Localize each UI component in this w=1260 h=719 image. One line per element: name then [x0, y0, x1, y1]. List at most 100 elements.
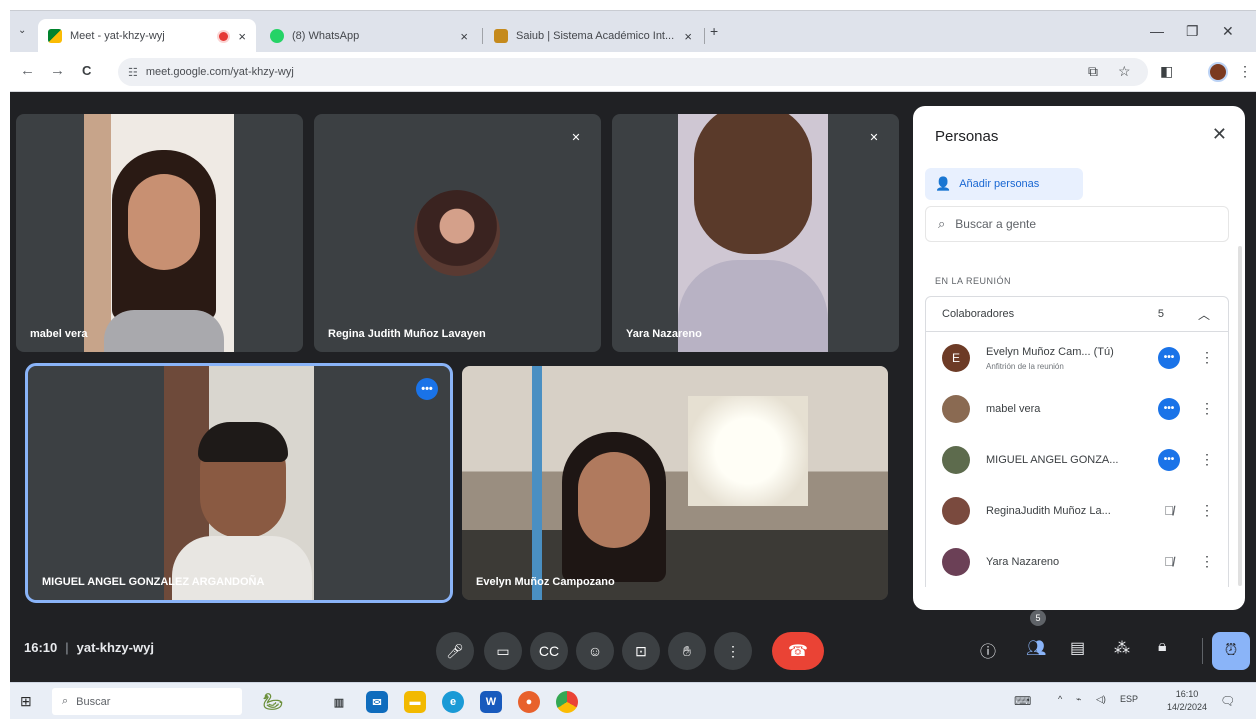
kebab-menu-icon[interactable]: ⋮ [1200, 349, 1214, 366]
bookmark-star-icon[interactable]: ☆ [1118, 63, 1131, 80]
participant-name: Yara Nazareno [626, 328, 702, 340]
panel-title: Personas [935, 128, 999, 145]
tab-whatsapp[interactable]: (8) WhatsApp × [260, 19, 478, 53]
more-options-button[interactable]: ⋮ [714, 632, 752, 670]
people-panel: Personas ✕ 👤 Añadir personas ⌕ Buscar a … [913, 106, 1245, 610]
participant-row[interactable]: Yara Nazareno 🎙̸ ⋮ [926, 536, 1228, 587]
participant-tile[interactable]: Evelyn Muñoz Campozano [462, 366, 888, 600]
window-close-button[interactable]: ✕ [1222, 23, 1234, 40]
language-indicator[interactable]: ESP [1120, 694, 1138, 704]
taskbar-clock[interactable]: 16:10 14/2/2024 [1167, 688, 1207, 714]
file-explorer-icon[interactable]: ▬ [404, 691, 426, 713]
more-options-icon[interactable]: ••• [1158, 346, 1180, 369]
kebab-menu-icon[interactable]: ⋮ [1200, 451, 1214, 468]
kebab-menu-icon[interactable]: ⋮ [1200, 502, 1214, 519]
windows-start-icon[interactable]: ⊞ [20, 693, 32, 710]
add-people-label: Añadir personas [959, 178, 1040, 190]
camera-button[interactable]: ▭ [484, 632, 522, 670]
collaborators-group-header[interactable]: Colaboradores 5 ︿ [925, 296, 1229, 332]
tab-divider [704, 28, 705, 44]
minimize-button[interactable]: — [1150, 23, 1164, 39]
participant-tile[interactable]: ✕ Regina Judith Muñoz Lavayen [314, 114, 601, 352]
participant-tile[interactable]: ✕ Yara Nazareno [612, 114, 899, 352]
new-tab-button[interactable]: + [710, 23, 718, 39]
tab-close-icon[interactable]: × [460, 29, 468, 44]
people-search-input[interactable]: ⌕ Buscar a gente [925, 206, 1229, 242]
restore-button[interactable]: ❐ [1186, 23, 1199, 40]
avatar [942, 547, 970, 576]
participant-name: Evelyn Muñoz Campozano [476, 576, 615, 588]
url-input[interactable]: ☷ meet.google.com/yat-khzy-wyj [118, 58, 1148, 86]
chrome-icon[interactable] [556, 691, 578, 713]
reload-button[interactable]: C [82, 63, 91, 78]
back-button[interactable]: ← [20, 62, 35, 79]
chat-icon[interactable]: ▤ [1070, 638, 1085, 658]
doorframe-shape [532, 366, 542, 600]
participant-row[interactable]: E Evelyn Muñoz Cam... (Tú) Anfitrión de … [926, 332, 1228, 383]
present-screen-button[interactable]: ⊡ [622, 632, 660, 670]
add-people-button[interactable]: 👤 Añadir personas [925, 168, 1083, 200]
chevron-up-icon[interactable]: ︿ [1198, 306, 1210, 323]
window-light-shape [688, 396, 808, 506]
mail-icon[interactable]: ✉ [366, 691, 388, 713]
kebab-menu-icon[interactable]: ⋮ [1200, 553, 1214, 570]
profile-avatar[interactable] [1208, 62, 1228, 82]
avatar [942, 445, 970, 474]
timer-icon[interactable]: ⏰︎ [1212, 632, 1250, 670]
raise-hand-button[interactable]: ✋︎ [668, 632, 706, 670]
participant-tile[interactable]: mabel vera [16, 114, 303, 352]
participant-row[interactable]: mabel vera ••• ⋮ [926, 383, 1228, 434]
search-icon: ⌕ [938, 216, 946, 231]
edge-icon[interactable]: e [442, 691, 464, 713]
activities-icon[interactable]: ⁂ [1114, 638, 1130, 658]
tab-meet[interactable]: Meet - yat-khzy-wyj × [38, 19, 256, 53]
tab-search-icon[interactable]: ⌄ [18, 25, 26, 36]
widget-icon[interactable]: 🦢︎ [254, 691, 292, 713]
emoji-reaction-button[interactable]: ☺ [576, 632, 614, 670]
tab-close-icon[interactable]: × [238, 29, 246, 44]
side-panel-icon[interactable]: ◧ [1160, 63, 1173, 80]
tab-close-icon[interactable]: × [684, 29, 692, 44]
participant-video [164, 366, 314, 600]
task-view-icon[interactable]: ▥ [328, 691, 350, 713]
more-options-icon[interactable]: ••• [1158, 448, 1180, 471]
microphone-button[interactable]: 🎤︎ [436, 632, 474, 670]
people-icon[interactable]: 👥︎ [1026, 638, 1046, 658]
cast-icon[interactable]: ⧉ [1088, 63, 1098, 80]
tray-chevron-icon[interactable]: ^ [1058, 694, 1062, 704]
captions-button[interactable]: CC [530, 632, 568, 670]
notifications-icon[interactable]: 🗨︎ [1220, 694, 1235, 708]
participant-row[interactable]: ReginaJudith Muñoz La... 🎙̸ ⋮ [926, 485, 1228, 536]
hair-shape [198, 422, 288, 462]
more-options-icon[interactable]: ••• [416, 378, 438, 400]
clock-time: 16:10 [1175, 689, 1199, 699]
site-info-icon[interactable]: ☷ [128, 66, 138, 79]
word-icon[interactable]: W [480, 691, 502, 713]
participant-name: Regina Judith Muñoz Lavayen [328, 328, 486, 340]
tab-saiub[interactable]: Saiub | Sistema Académico Int... × [484, 19, 702, 53]
more-options-icon[interactable]: ••• [1158, 397, 1180, 420]
leave-call-button[interactable]: ☎︎ [772, 632, 824, 670]
host-controls-icon[interactable]: 🔒︎ [1158, 638, 1167, 656]
kebab-menu-icon[interactable]: ⋮ [1200, 400, 1214, 417]
group-label: Colaboradores [942, 308, 1015, 320]
browser-menu-icon[interactable]: ⋮ [1238, 63, 1252, 80]
meeting-details-icon[interactable]: ⓘ [980, 638, 996, 662]
shirt-shape [172, 536, 312, 600]
close-panel-icon[interactable]: ✕ [1212, 124, 1227, 145]
participant-tile-active-speaker[interactable]: ••• MIGUEL ANGEL GONZALEZ ARGANDOÑA [25, 363, 453, 603]
volume-icon[interactable]: ◁) [1096, 694, 1106, 705]
shirt-shape [104, 310, 224, 352]
browser-tab-strip: ⌄ Meet - yat-khzy-wyj × (8) WhatsApp × S… [10, 10, 1256, 53]
keyboard-icon[interactable]: ⌨ [1014, 694, 1031, 708]
participant-row[interactable]: MIGUEL ANGEL GONZA... ••• ⋮ [926, 434, 1228, 485]
network-icon[interactable]: ⌁ [1076, 694, 1081, 705]
forward-button[interactable]: → [50, 62, 65, 79]
group-count: 5 [1157, 308, 1164, 320]
face-shape [578, 452, 650, 548]
firefox-icon[interactable]: ● [518, 691, 540, 713]
participant-name: mabel vera [986, 402, 1041, 415]
taskbar-search-input[interactable]: ⌕ Buscar [52, 688, 242, 715]
panel-scrollbar[interactable] [1238, 246, 1242, 586]
meet-stage: mabel vera ✕ Regina Judith Muñoz Lavayen… [10, 92, 1256, 682]
